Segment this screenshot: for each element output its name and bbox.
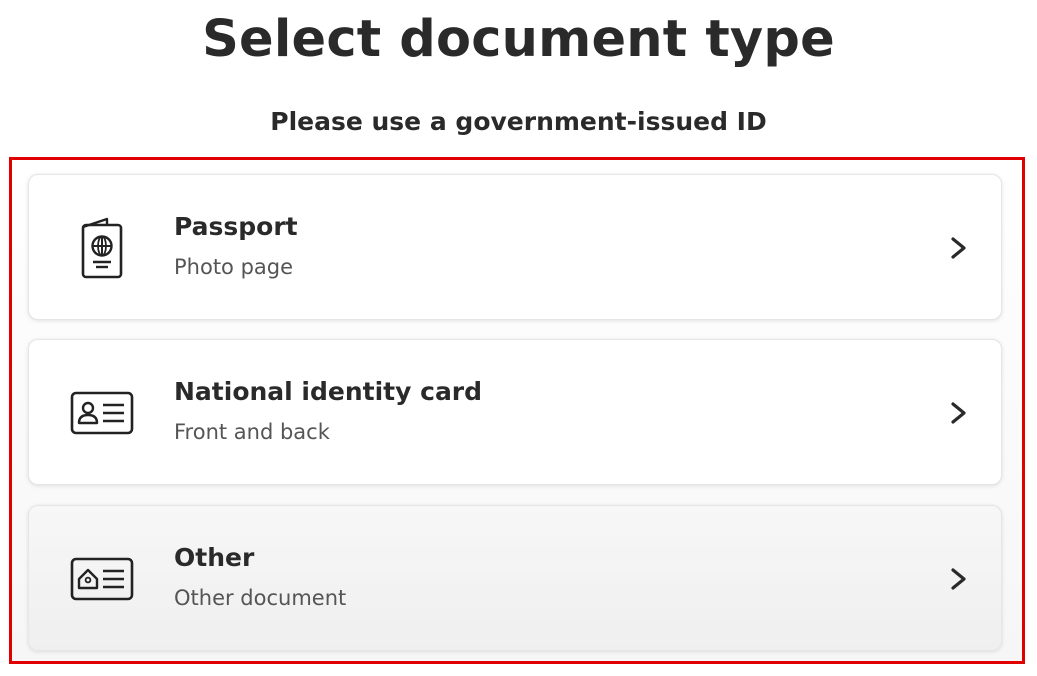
other-document-icon [69,546,135,612]
option-passport[interactable]: Passport Photo page [28,174,1002,320]
option-title: Other [174,543,255,572]
option-subtitle: Front and back [174,420,330,444]
page-title: Select document type [202,10,835,69]
option-subtitle: Other document [174,586,347,610]
chevron-right-icon [951,568,966,590]
option-subtitle: Photo page [174,255,294,279]
chevron-right-icon [951,237,966,259]
option-national-identity-card[interactable]: National identity card Front and back [28,339,1002,485]
option-other[interactable]: Other Other document [28,505,1002,651]
chevron-right-icon [951,402,966,424]
page-subtitle: Please use a government-issued ID [270,107,767,136]
option-title: National identity card [174,377,483,406]
id-card-icon [69,380,135,446]
option-title: Passport [174,212,298,241]
passport-icon [69,215,135,281]
document-type-page: Select document type Please use a govern… [0,0,1037,676]
